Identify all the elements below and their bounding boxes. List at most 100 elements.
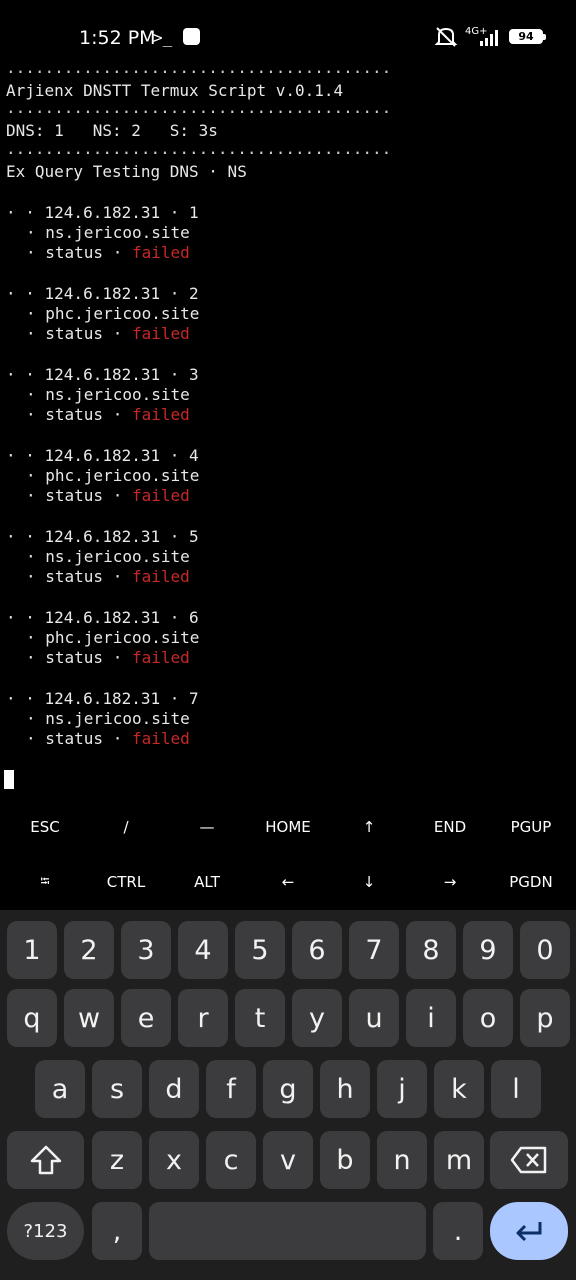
dns-entry-status: · status · failed bbox=[26, 648, 190, 668]
key-1[interactable]: 1 bbox=[7, 921, 57, 979]
config-summary: DNS: 1 NS: 2 S: 3s bbox=[6, 121, 218, 140]
key-d[interactable]: d bbox=[149, 1060, 199, 1118]
key-t[interactable]: t bbox=[235, 989, 285, 1047]
key-2[interactable]: 2 bbox=[64, 921, 114, 979]
dns-entry-line: · · 124.6.182.31 · 4 bbox=[6, 446, 199, 465]
esc-key[interactable]: ESC bbox=[4, 802, 86, 852]
status-label: · status · bbox=[26, 243, 132, 262]
dns-entry-status: · status · failed bbox=[26, 486, 190, 506]
key-z[interactable]: z bbox=[92, 1131, 142, 1189]
status-label: · status · bbox=[26, 486, 132, 505]
separator: ........................................ bbox=[6, 139, 392, 158]
status-label: · status · bbox=[26, 405, 132, 424]
tab-key[interactable]: ⭾ bbox=[4, 857, 86, 907]
key-h[interactable]: h bbox=[320, 1060, 370, 1118]
text-cursor bbox=[4, 770, 14, 789]
key-4[interactable]: 4 bbox=[178, 921, 228, 979]
key-j[interactable]: j bbox=[377, 1060, 427, 1118]
status-label: · status · bbox=[26, 729, 132, 748]
dns-entry-host: · ns.jericoo.site bbox=[26, 385, 190, 404]
dns-entry-line: · · 124.6.182.31 · 3 bbox=[6, 365, 199, 384]
key-l[interactable]: l bbox=[491, 1060, 541, 1118]
key-f[interactable]: f bbox=[206, 1060, 256, 1118]
arrow-up-key[interactable]: ↑ bbox=[328, 802, 410, 852]
dns-entry-line: · · 124.6.182.31 · 2 bbox=[6, 284, 199, 303]
pgup-key[interactable]: PGUP bbox=[490, 802, 572, 852]
symbols-key[interactable]: ?123 bbox=[7, 1202, 84, 1260]
key-k[interactable]: k bbox=[434, 1060, 484, 1118]
key-e[interactable]: e bbox=[121, 989, 171, 1047]
ctrl-key[interactable]: CTRL bbox=[85, 857, 167, 907]
key-u[interactable]: u bbox=[349, 989, 399, 1047]
separator: ........................................ bbox=[6, 58, 392, 77]
arrow-right-key[interactable]: → bbox=[409, 857, 491, 907]
dns-entry-host: · phc.jericoo.site bbox=[26, 304, 200, 323]
dns-entry-line: · · 124.6.182.31 · 7 bbox=[6, 689, 199, 708]
soft-keyboard: ?123 , . 1234567890 qwertyuiop asdfghjkl zx… bbox=[0, 910, 576, 1280]
slash-key[interactable]: / bbox=[85, 802, 167, 852]
key-m[interactable]: m bbox=[434, 1131, 484, 1189]
key-s[interactable]: s bbox=[92, 1060, 142, 1118]
shift-icon bbox=[30, 1145, 61, 1175]
key-w[interactable]: w bbox=[64, 989, 114, 1047]
arrow-left-key[interactable]: ← bbox=[247, 857, 329, 907]
key-v[interactable]: v bbox=[263, 1131, 313, 1189]
status-label: · status · bbox=[26, 567, 132, 586]
terminal-output[interactable]: ........................................… bbox=[0, 58, 576, 802]
key-g[interactable]: g bbox=[263, 1060, 313, 1118]
key-x[interactable]: x bbox=[149, 1131, 199, 1189]
key-5[interactable]: 5 bbox=[235, 921, 285, 979]
key-7[interactable]: 7 bbox=[349, 921, 399, 979]
status-label: · status · bbox=[26, 324, 132, 343]
dns-entry-host: · ns.jericoo.site bbox=[26, 709, 190, 728]
battery-icon: 94 bbox=[509, 29, 546, 44]
key-q[interactable]: q bbox=[7, 989, 57, 1047]
status-bar: 1:52 PM >_ 4G+ 94 bbox=[0, 0, 576, 62]
shift-key[interactable] bbox=[7, 1131, 84, 1189]
enter-key[interactable] bbox=[490, 1202, 568, 1260]
status-value: failed bbox=[131, 243, 190, 262]
dns-entry-status: · status · failed bbox=[26, 243, 190, 263]
key-p[interactable]: p bbox=[520, 989, 570, 1047]
arrow-down-key[interactable]: ↓ bbox=[328, 857, 410, 907]
dns-entry-host: · phc.jericoo.site bbox=[26, 466, 200, 485]
status-value: failed bbox=[131, 648, 190, 667]
silent-mode-icon bbox=[434, 27, 458, 47]
backspace-icon bbox=[510, 1146, 547, 1174]
terminal-icon: >_ bbox=[153, 28, 173, 47]
status-value: failed bbox=[131, 324, 190, 343]
period-key[interactable]: . bbox=[433, 1202, 483, 1260]
key-3[interactable]: 3 bbox=[121, 921, 171, 979]
key-9[interactable]: 9 bbox=[463, 921, 513, 979]
comma-key[interactable]: , bbox=[92, 1202, 142, 1260]
enter-icon bbox=[516, 1222, 542, 1242]
key-0[interactable]: 0 bbox=[520, 921, 570, 979]
dns-entry-status: · status · failed bbox=[26, 324, 190, 344]
key-a[interactable]: a bbox=[35, 1060, 85, 1118]
status-value: failed bbox=[131, 729, 190, 748]
dns-entry-host: · ns.jericoo.site bbox=[26, 223, 190, 242]
key-b[interactable]: b bbox=[320, 1131, 370, 1189]
dns-entry-status: · status · failed bbox=[26, 729, 190, 749]
home-key[interactable]: HOME bbox=[247, 802, 329, 852]
dash-key[interactable]: — bbox=[166, 802, 248, 852]
key-r[interactable]: r bbox=[178, 989, 228, 1047]
signal-icon bbox=[480, 30, 498, 46]
key-y[interactable]: y bbox=[292, 989, 342, 1047]
extra-keys-bar: ESC / — HOME ↑ END PGUP ⭾ CTRL ALT ← ↓ →… bbox=[0, 800, 576, 910]
key-6[interactable]: 6 bbox=[292, 921, 342, 979]
key-8[interactable]: 8 bbox=[406, 921, 456, 979]
space-bar[interactable] bbox=[149, 1202, 426, 1260]
alt-key[interactable]: ALT bbox=[166, 857, 248, 907]
backspace-key[interactable] bbox=[490, 1131, 568, 1189]
end-key[interactable]: END bbox=[409, 802, 491, 852]
key-i[interactable]: i bbox=[406, 989, 456, 1047]
dns-entry-status: · status · failed bbox=[26, 405, 190, 425]
key-n[interactable]: n bbox=[377, 1131, 427, 1189]
key-o[interactable]: o bbox=[463, 989, 513, 1047]
dns-entry-host: · phc.jericoo.site bbox=[26, 628, 200, 647]
status-value: failed bbox=[131, 567, 190, 586]
pgdn-key[interactable]: PGDN bbox=[490, 857, 572, 907]
key-c[interactable]: c bbox=[206, 1131, 256, 1189]
clock: 1:52 PM bbox=[79, 27, 156, 49]
